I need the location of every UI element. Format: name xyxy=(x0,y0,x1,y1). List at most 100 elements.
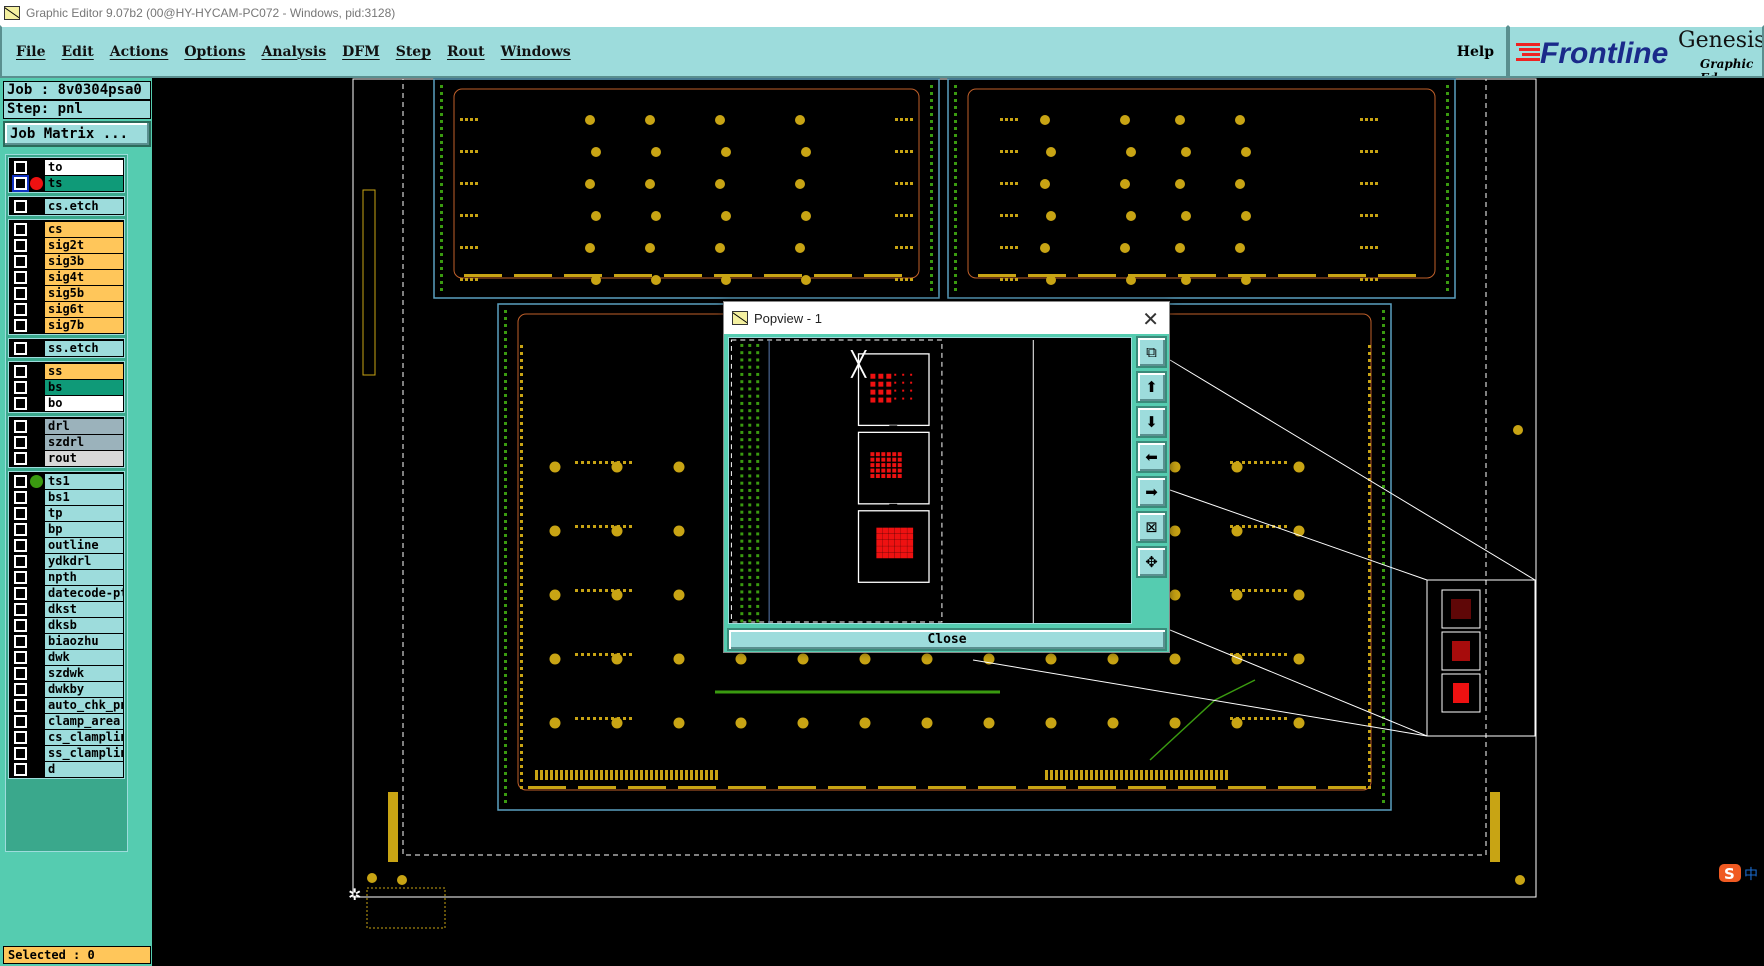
layer-checkbox[interactable] xyxy=(13,521,28,537)
layer-checkbox[interactable] xyxy=(13,317,28,333)
layer-checkbox[interactable] xyxy=(13,681,28,697)
layer-row-bo[interactable]: bo xyxy=(9,395,124,411)
layer-row-dwk[interactable]: dwk xyxy=(9,649,124,665)
layer-row-tp[interactable]: tp xyxy=(9,505,124,521)
layer-row-szdrl[interactable]: szdrl xyxy=(9,434,124,450)
layer-name[interactable]: szdrl xyxy=(45,434,123,450)
layer-checkbox[interactable] xyxy=(13,363,28,379)
layer-checkbox[interactable] xyxy=(13,665,28,681)
pan-left-button[interactable]: ⬅ xyxy=(1136,441,1167,473)
layer-row-sig4t[interactable]: sig4t xyxy=(9,269,124,285)
pan-up-button[interactable]: ⬆ xyxy=(1136,371,1167,403)
layer-name[interactable]: outline xyxy=(45,537,123,553)
layer-name[interactable]: bo xyxy=(45,395,123,411)
layer-checkbox[interactable] xyxy=(13,253,28,269)
layer-row-ts[interactable]: ts xyxy=(9,174,124,192)
layer-row-drl[interactable]: drl xyxy=(9,418,124,434)
menu-file[interactable]: File xyxy=(16,44,45,60)
menu-rout[interactable]: Rout xyxy=(447,44,485,60)
layer-row-cs.etch[interactable]: cs.etch xyxy=(9,198,124,214)
layer-name[interactable]: cs xyxy=(45,221,123,237)
layer-row-cs[interactable]: cs xyxy=(9,221,124,237)
layer-checkbox[interactable] xyxy=(13,761,28,777)
menu-windows[interactable]: Windows xyxy=(501,44,571,60)
layer-name[interactable]: ss xyxy=(45,363,123,379)
layer-row-sig6t[interactable]: sig6t xyxy=(9,301,124,317)
layer-checkbox[interactable] xyxy=(13,221,28,237)
layer-name[interactable]: ts1 xyxy=(45,473,123,489)
layer-checkbox[interactable] xyxy=(13,434,28,450)
layer-checkbox[interactable] xyxy=(13,198,28,214)
layer-row-ss_clampline[interactable]: ss_clampline xyxy=(9,745,124,761)
layer-name[interactable]: sig3b xyxy=(45,253,123,269)
layer-row-datecode-pte[interactable]: datecode-pte xyxy=(9,585,124,601)
layer-row-cs_clampline[interactable]: cs_clampline xyxy=(9,729,124,745)
menu-step[interactable]: Step xyxy=(396,44,431,60)
layer-name[interactable]: szdwk xyxy=(45,665,123,681)
layer-row-rout[interactable]: rout xyxy=(9,450,124,466)
zoom-back-button[interactable]: ⧉ xyxy=(1136,336,1167,368)
layer-row-bs1[interactable]: bs1 xyxy=(9,489,124,505)
menu-options[interactable]: Options xyxy=(184,44,245,60)
layer-row-npth[interactable]: npth xyxy=(9,569,124,585)
layer-row-sig7b[interactable]: sig7b xyxy=(9,317,124,333)
layer-name[interactable]: dwk xyxy=(45,649,123,665)
layer-row-auto_chk_pnl[interactable]: auto_chk_pnl xyxy=(9,697,124,713)
menu-dfm[interactable]: DFM xyxy=(342,44,380,60)
pan-right-button[interactable]: ➡ xyxy=(1136,476,1167,508)
layer-checkbox[interactable] xyxy=(13,237,28,253)
layer-row-clamp_area[interactable]: clamp_area xyxy=(9,713,124,729)
layer-name[interactable]: rout xyxy=(45,450,123,466)
layer-name[interactable]: ydkdrl xyxy=(45,553,123,569)
pan-down-button[interactable]: ⬇ xyxy=(1136,406,1167,438)
layer-checkbox[interactable] xyxy=(13,713,28,729)
layer-row-bs[interactable]: bs xyxy=(9,379,124,395)
layer-name[interactable]: sig7b xyxy=(45,317,123,333)
layer-row-szdwk[interactable]: szdwk xyxy=(9,665,124,681)
layer-checkbox[interactable] xyxy=(13,585,28,601)
layer-checkbox[interactable] xyxy=(13,379,28,395)
layer-checkbox[interactable] xyxy=(13,697,28,713)
layer-name[interactable]: tp xyxy=(45,505,123,521)
layer-name[interactable]: drl xyxy=(45,418,123,434)
layer-checkbox[interactable] xyxy=(13,745,28,761)
menu-edit[interactable]: Edit xyxy=(61,44,93,60)
popview-close-button[interactable]: Close xyxy=(727,628,1167,651)
layer-row-d[interactable]: d xyxy=(9,761,124,777)
menu-analysis[interactable]: Analysis xyxy=(261,44,326,60)
layer-name[interactable]: clamp_area xyxy=(45,713,123,729)
layer-row-sig3b[interactable]: sig3b xyxy=(9,253,124,269)
layer-checkbox[interactable] xyxy=(12,174,29,192)
layer-checkbox[interactable] xyxy=(13,159,28,175)
layer-row-dksb[interactable]: dksb xyxy=(9,617,124,633)
layer-checkbox[interactable] xyxy=(13,633,28,649)
layer-row-ts1[interactable]: ts1 xyxy=(9,473,124,489)
layer-row-ydkdrl[interactable]: ydkdrl xyxy=(9,553,124,569)
layer-name[interactable]: dkst xyxy=(45,601,123,617)
layer-checkbox[interactable] xyxy=(13,537,28,553)
layer-name[interactable]: to xyxy=(45,159,123,175)
layer-row-sig2t[interactable]: sig2t xyxy=(9,237,124,253)
layer-checkbox[interactable] xyxy=(13,617,28,633)
layer-row-biaozhu[interactable]: biaozhu xyxy=(9,633,124,649)
layer-name[interactable]: npth xyxy=(45,569,123,585)
layer-checkbox[interactable] xyxy=(13,489,28,505)
layer-row-ss.etch[interactable]: ss.etch xyxy=(9,340,124,356)
layer-name[interactable]: dksb xyxy=(45,617,123,633)
layer-row-to[interactable]: to xyxy=(9,159,124,175)
layer-checkbox[interactable] xyxy=(13,301,28,317)
layer-checkbox[interactable] xyxy=(13,395,28,411)
layer-name[interactable]: cs.etch xyxy=(45,198,123,214)
layer-checkbox[interactable] xyxy=(13,601,28,617)
layer-name[interactable]: sig5b xyxy=(45,285,123,301)
layer-name[interactable]: bp xyxy=(45,521,123,537)
layer-checkbox[interactable] xyxy=(13,729,28,745)
layer-name[interactable]: bs1 xyxy=(45,489,123,505)
layer-checkbox[interactable] xyxy=(13,418,28,434)
layer-checkbox[interactable] xyxy=(13,285,28,301)
layer-name[interactable]: auto_chk_pnl xyxy=(45,697,123,713)
menu-help[interactable]: Help xyxy=(1457,44,1494,60)
layer-row-dkst[interactable]: dkst xyxy=(9,601,124,617)
popview-canvas[interactable]: ╳ xyxy=(728,337,1132,624)
menu-actions[interactable]: Actions xyxy=(110,44,169,60)
